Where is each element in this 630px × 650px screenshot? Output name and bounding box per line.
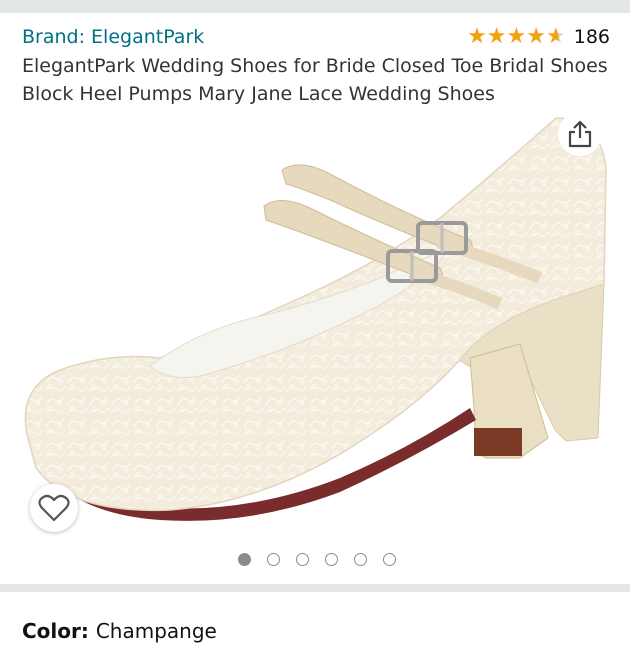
add-to-wishlist-button[interactable] — [30, 484, 78, 532]
color-variation[interactable]: Color: Champange — [22, 619, 217, 643]
section-divider — [0, 584, 630, 592]
image-dot[interactable] — [354, 553, 367, 566]
top-divider — [0, 0, 630, 13]
star-rating: ★ ★ ★ ★ ★ — [467, 24, 566, 50]
star-icon: ★ — [467, 24, 487, 49]
color-label: Color: — [22, 619, 96, 643]
half-star-icon: ★ — [546, 24, 566, 49]
image-dot[interactable] — [238, 553, 251, 566]
heart-outline-icon — [38, 494, 70, 522]
product-image — [24, 117, 607, 521]
rating-count[interactable]: 186 — [574, 26, 610, 48]
image-dot[interactable] — [296, 553, 309, 566]
product-title: ElegantPark Wedding Shoes for Bride Clos… — [22, 55, 608, 105]
image-dot[interactable] — [325, 553, 338, 566]
image-dot[interactable] — [267, 553, 280, 566]
image-dot[interactable] — [383, 553, 396, 566]
share-button[interactable] — [558, 112, 602, 156]
color-value: Champange — [95, 619, 217, 643]
rating-summary[interactable]: ★ ★ ★ ★ ★ 186 — [467, 24, 610, 50]
brand-rating-row: Brand: ElegantPark ★ ★ ★ ★ ★ 186 — [0, 24, 630, 54]
star-icon: ★ — [526, 24, 546, 49]
product-image-carousel[interactable] — [0, 108, 630, 548]
image-pagination-dots — [0, 553, 630, 569]
star-icon: ★ — [486, 24, 507, 49]
brand-link[interactable]: Brand: ElegantPark — [22, 26, 204, 48]
share-icon — [568, 120, 592, 148]
star-icon: ★ — [506, 24, 527, 49]
